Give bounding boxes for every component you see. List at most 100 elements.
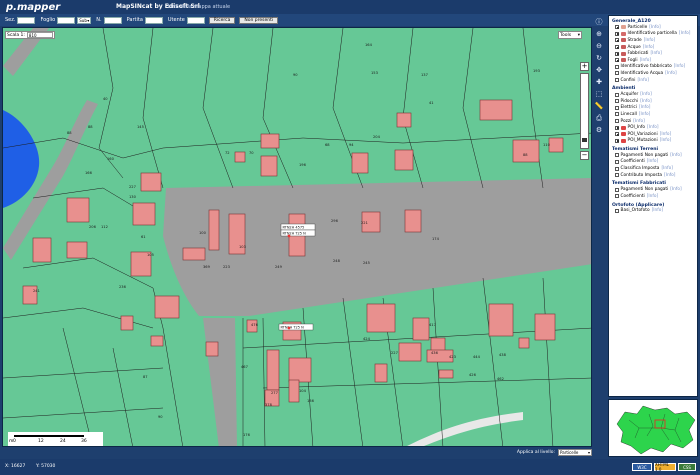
layer-item[interactable]: Basi_Ortofoto [Info]: [609, 208, 697, 215]
layer-checkbox[interactable]: [615, 125, 619, 130]
zoom-out-button[interactable]: −: [580, 151, 589, 160]
layer-info-link[interactable]: [Info]: [643, 45, 655, 50]
n-input[interactable]: [103, 16, 122, 24]
layer-info-link[interactable]: [Info]: [664, 173, 676, 178]
layer-info-link[interactable]: [Info]: [640, 99, 652, 104]
layer-info-link[interactable]: [Info]: [670, 153, 682, 158]
layer-item[interactable]: Fogli [Info]: [609, 57, 697, 64]
layer-checkbox[interactable]: [615, 187, 619, 192]
sub-select[interactable]: Sub ▾: [77, 16, 92, 24]
partita-input[interactable]: [144, 16, 163, 24]
layer-item[interactable]: Coefficienti [Info]: [609, 159, 697, 166]
layer-item[interactable]: Elettrici [Info]: [609, 105, 697, 112]
info-icon[interactable]: ⓘ: [595, 18, 604, 27]
layer-item[interactable]: Pagamenti Non pagati [Info]: [609, 152, 697, 159]
layer-info-link[interactable]: [Info]: [639, 112, 651, 117]
layer-item[interactable]: Pidocchi [Info]: [609, 98, 697, 105]
layer-item[interactable]: Contributo Imposta [Info]: [609, 172, 697, 179]
layer-info-link[interactable]: [Info]: [674, 64, 686, 69]
layer-item[interactable]: Fabbricati [Info]: [609, 50, 697, 57]
layer-item[interactable]: Linecall [Info]: [609, 111, 697, 118]
layer-info-link[interactable]: [Info]: [670, 187, 682, 192]
layer-checkbox[interactable]: [615, 159, 619, 164]
query-icon[interactable]: ✚: [595, 78, 604, 87]
layer-item[interactable]: Pagamenti Non pagati [Info]: [609, 186, 697, 193]
layer-checkbox[interactable]: [615, 112, 619, 117]
search-button[interactable]: Ricerca: [208, 16, 236, 24]
zoom-slider[interactable]: [580, 73, 589, 149]
zoom-slider-handle[interactable]: [582, 138, 587, 142]
layer-checkbox[interactable]: [615, 71, 619, 76]
layer-info-link[interactable]: [Info]: [647, 125, 659, 130]
zoom-in-tool-icon[interactable]: ⊕: [595, 30, 604, 39]
layer-info-link[interactable]: [Info]: [640, 92, 652, 97]
layer-item[interactable]: Acque [Info]: [609, 44, 697, 51]
overview-map-graphic[interactable]: [609, 400, 698, 457]
layer-item[interactable]: POI_Mutazioni [Info]: [609, 138, 697, 145]
layer-checkbox[interactable]: [615, 166, 619, 171]
layer-info-link[interactable]: [Info]: [661, 166, 673, 171]
foglio-input[interactable]: [57, 16, 76, 24]
layer-checkbox[interactable]: [615, 25, 619, 30]
layer-checkbox[interactable]: [615, 138, 619, 143]
layer-info-link[interactable]: [Info]: [660, 138, 672, 143]
measure-icon[interactable]: 📏: [595, 102, 604, 111]
layer-checkbox[interactable]: [615, 58, 619, 63]
layer-checkbox[interactable]: [615, 194, 619, 199]
layer-checkbox[interactable]: [615, 132, 619, 137]
sez-input[interactable]: [17, 16, 36, 24]
apply-layer-select[interactable]: Particelle ▾: [558, 448, 592, 456]
layer-checkbox[interactable]: [615, 105, 619, 110]
layer-checkbox[interactable]: [615, 38, 619, 43]
layer-item[interactable]: Classifica Imposta [Info]: [609, 165, 697, 172]
non-presenti-button[interactable]: Non presenti: [239, 16, 279, 24]
pan-icon[interactable]: ✥: [595, 66, 604, 75]
w3c-badge[interactable]: W3C: [632, 463, 652, 471]
cadastral-map[interactable]: 164 153 40 193 90 137 41 88 88 145 160 72 70 196 68 94 8…: [3, 28, 592, 447]
layer-info-link[interactable]: [Info]: [679, 31, 691, 36]
layer-info-link[interactable]: [Info]: [640, 58, 652, 63]
layer-info-link[interactable]: [Info]: [651, 51, 663, 56]
layer-info-link[interactable]: [Info]: [644, 38, 656, 43]
layer-info-link[interactable]: [Info]: [647, 159, 659, 164]
layer-item[interactable]: Coefficienti [Info]: [609, 193, 697, 200]
layer-info-link[interactable]: [Info]: [637, 78, 649, 83]
layer-checkbox[interactable]: [615, 31, 619, 36]
zoom-in-button[interactable]: +: [580, 62, 589, 71]
layer-checkbox[interactable]: [615, 51, 619, 56]
zoom-out-tool-icon[interactable]: ⊖: [595, 42, 604, 51]
layer-item[interactable]: POI_Variazioni [Info]: [609, 131, 697, 138]
layer-item[interactable]: Identificativo particella [Info]: [609, 31, 697, 38]
layer-checkbox[interactable]: [615, 78, 619, 83]
layer-item[interactable]: Pozzi [Info]: [609, 118, 697, 125]
css-badge[interactable]: CSS: [678, 463, 696, 471]
select-icon[interactable]: ⬚: [595, 90, 604, 99]
layer-item[interactable]: Identificativo Acqua [Info]: [609, 70, 697, 77]
layer-checkbox[interactable]: [615, 92, 619, 97]
layer-checkbox[interactable]: [615, 99, 619, 104]
layer-info-link[interactable]: [Info]: [639, 105, 651, 110]
layer-checkbox[interactable]: [615, 64, 619, 69]
tools-select[interactable]: Tools ▾: [558, 31, 582, 39]
layer-info-link[interactable]: [Info]: [633, 119, 645, 124]
layer-item[interactable]: Strade [Info]: [609, 37, 697, 44]
layer-item[interactable]: Acquifer [Info]: [609, 91, 697, 98]
map-canvas[interactable]: 164 153 40 193 90 137 41 88 88 145 160 72 70 196 68 94 8…: [2, 27, 592, 447]
overview-map[interactable]: [608, 399, 698, 457]
layer-item[interactable]: POI_Info [Info]: [609, 124, 697, 131]
layer-info-link[interactable]: [Info]: [647, 194, 659, 199]
layer-item[interactable]: Identificativo fabbricato [Info]: [609, 64, 697, 71]
layer-info-link[interactable]: [Info]: [660, 132, 672, 137]
layer-checkbox[interactable]: [615, 119, 619, 124]
layer-checkbox[interactable]: [615, 208, 619, 213]
print-icon[interactable]: ⎙: [595, 114, 604, 123]
refresh-icon[interactable]: ↻: [595, 54, 604, 63]
layer-item[interactable]: Confini [Info]: [609, 77, 697, 84]
layer-checkbox[interactable]: [615, 153, 619, 158]
app-logo[interactable]: p.mapper: [6, 2, 60, 13]
settings-icon[interactable]: ⚙: [595, 126, 604, 135]
scale-input[interactable]: 810: [26, 32, 53, 38]
layer-info-link[interactable]: [Info]: [652, 208, 664, 213]
layer-checkbox[interactable]: [615, 45, 619, 50]
utente-input[interactable]: [186, 16, 205, 24]
